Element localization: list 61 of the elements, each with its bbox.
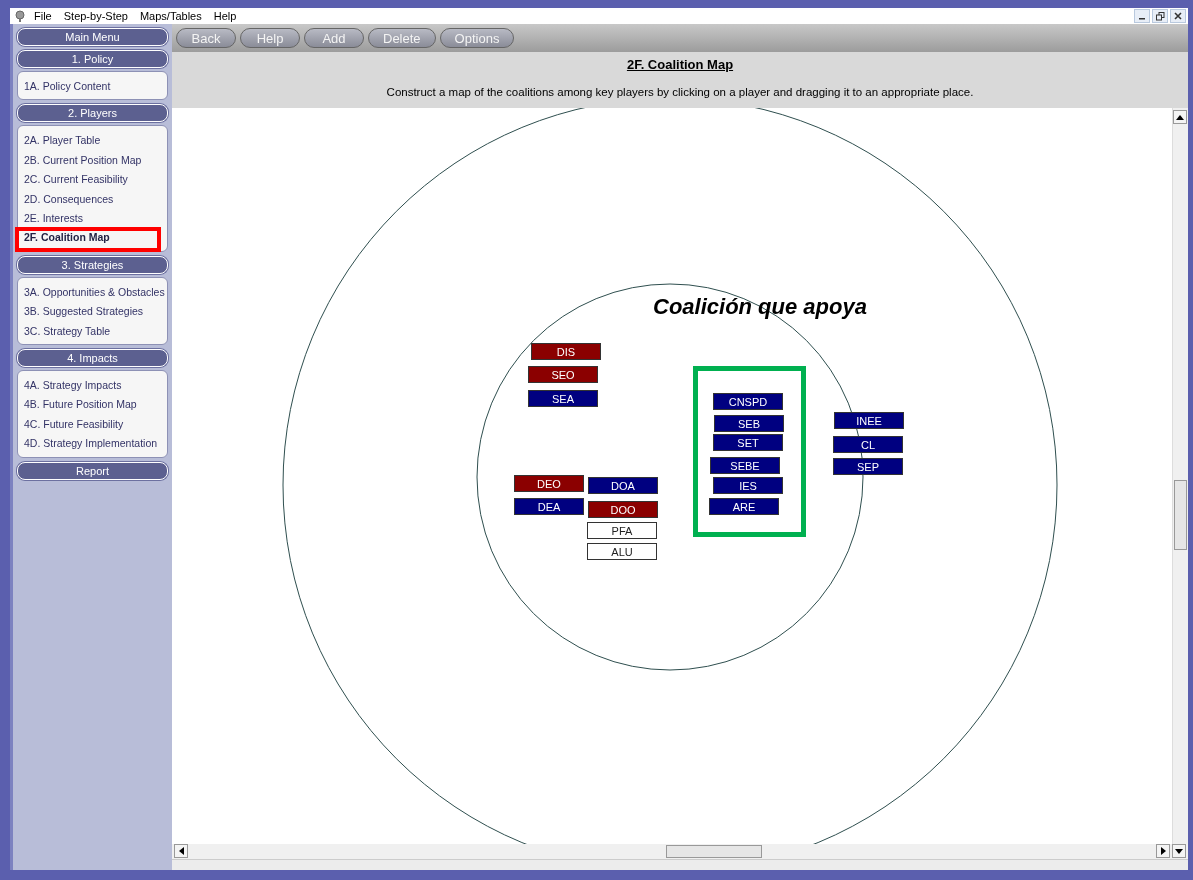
player-tile[interactable]: CL	[833, 436, 903, 453]
nav-item[interactable]: 2A. Player Table	[24, 132, 101, 150]
nav-item[interactable]: 2E. Interests	[24, 210, 83, 228]
nav-item[interactable]: 3A. Opportunities & Obstacles	[24, 283, 165, 302]
player-tile[interactable]: CNSPD	[713, 393, 783, 410]
down-arrow-icon	[1175, 848, 1183, 854]
player-tile[interactable]: DOO	[588, 501, 658, 518]
menu-item[interactable]: File	[34, 10, 52, 22]
player-tile[interactable]: DOA	[588, 477, 658, 494]
scroll-down-button[interactable]	[1172, 844, 1186, 858]
nav-item[interactable]: 1A. Policy Content	[24, 78, 111, 96]
player-tile[interactable]: DEO	[514, 475, 584, 492]
nav-item[interactable]: 2B. Current Position Map	[24, 151, 142, 170]
player-tile[interactable]: SET	[713, 434, 783, 451]
close-button[interactable]	[1170, 9, 1186, 23]
section-header[interactable]: Report	[17, 461, 168, 480]
player-tile[interactable]: ARE	[709, 498, 779, 515]
instructions-text: Construct a map of the coalitions among key players by clicking on a player and dragging it to an appropriate place.	[386, 86, 974, 98]
menu-item[interactable]: Step-by-Step	[63, 10, 128, 22]
nav-item[interactable]: 4A. Strategy Impacts	[24, 377, 122, 395]
player-tile[interactable]: SEO	[528, 366, 598, 383]
restore-icon	[1155, 11, 1165, 21]
player-tile[interactable]: ALU	[587, 543, 657, 560]
scroll-up-button[interactable]	[1173, 110, 1187, 124]
section-header[interactable]: 2. Players	[17, 104, 168, 123]
nav-item[interactable]: 3B. Suggested Strategies	[24, 303, 144, 321]
nav-item[interactable]: 4B. Future Position Map	[24, 396, 137, 414]
globe-icon	[14, 10, 26, 22]
player-tile[interactable]: SEB	[714, 415, 784, 432]
nav-item[interactable]: 2D. Consequences	[24, 190, 114, 209]
menu-item[interactable]: Maps/Tables	[139, 10, 202, 22]
nav-item[interactable]: 2C. Current Feasibility	[24, 171, 128, 189]
nav-item[interactable]: 4C. Future Feasibility	[24, 415, 124, 434]
scroll-right-button[interactable]	[1156, 844, 1170, 858]
menu-item[interactable]: Help	[213, 10, 237, 22]
section-header[interactable]: 1. Policy	[17, 50, 168, 68]
section-header[interactable]: 3. Strategies	[17, 255, 168, 274]
section-header[interactable]: Main Menu	[17, 28, 168, 46]
section-header[interactable]: 4. Impacts	[17, 349, 168, 368]
player-tile[interactable]: IES	[713, 477, 783, 494]
player-tile[interactable]: PFA	[587, 522, 657, 539]
left-arrow-icon	[178, 847, 184, 855]
nav-item[interactable]: 4D. Strategy Implementation	[24, 435, 158, 453]
page-title: 2F. Coalition Map	[626, 57, 734, 72]
scroll-left-button[interactable]	[174, 844, 188, 858]
nav-item[interactable]: 3C. Strategy Table	[24, 322, 111, 341]
up-arrow-icon	[1176, 114, 1184, 120]
scrollbar-thumb[interactable]	[1174, 480, 1187, 550]
right-arrow-icon	[1160, 847, 1166, 855]
player-tile[interactable]: SEBE	[710, 457, 780, 474]
player-tile[interactable]: SEA	[528, 390, 598, 407]
player-tile[interactable]: DEA	[514, 498, 584, 515]
scrollbar-thumb[interactable]	[666, 845, 762, 858]
nav-item[interactable]: 2F. Coalition Map	[24, 229, 110, 247]
player-tile[interactable]: INEE	[834, 412, 904, 429]
restore-button[interactable]	[1152, 9, 1168, 23]
player-tile[interactable]: SEP	[833, 458, 903, 475]
minimize-button[interactable]	[1134, 9, 1150, 23]
player-tile[interactable]: DIS	[531, 343, 601, 360]
annotation-label: Coalición que apoya	[653, 294, 867, 320]
close-icon	[1174, 12, 1182, 20]
